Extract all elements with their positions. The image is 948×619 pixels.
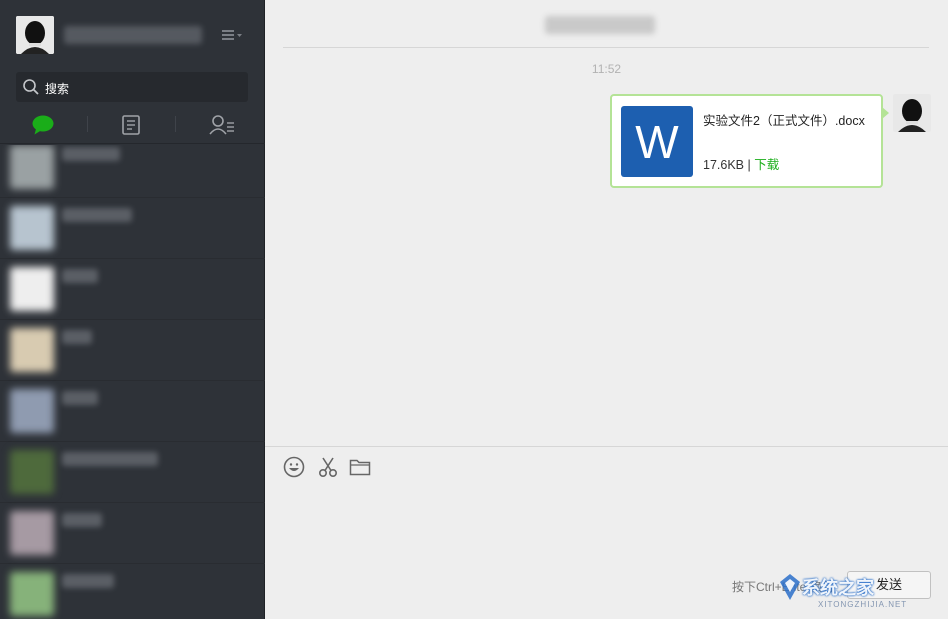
article-tab-icon[interactable] (118, 112, 144, 138)
conversation-avatar (10, 389, 54, 433)
meta-separator: | (747, 158, 751, 172)
conversation-avatar (10, 145, 54, 189)
bubble-arrow (882, 107, 889, 119)
sidebar-tabs (0, 106, 265, 144)
sidebar-header (0, 0, 265, 64)
search-box[interactable]: 搜索 (16, 72, 248, 102)
list-item[interactable] (0, 442, 265, 503)
search-icon (22, 78, 40, 96)
file-meta: 17.6KB | 下载 (703, 154, 779, 173)
conversation-name (62, 513, 102, 527)
conversation-name (62, 391, 98, 405)
send-button[interactable]: 发送 (847, 571, 931, 599)
conversation-avatar (10, 267, 54, 311)
message-timestamp: 11:52 (591, 62, 622, 76)
list-item[interactable] (0, 564, 265, 619)
list-item[interactable] (0, 503, 265, 564)
conversation-avatar (10, 450, 54, 494)
file-size: 17.6KB (703, 158, 745, 172)
chat-panel: 11:52 W 实验文件2（正式文件）.docx 17.6KB | 下载 按下C… (265, 0, 948, 619)
conversation-avatar (10, 206, 54, 250)
file-name: 实验文件2（正式文件）.docx (703, 114, 865, 128)
list-item[interactable] (0, 320, 265, 381)
sidebar: 搜索 (0, 0, 265, 619)
send-hint: 按下Ctrl+Enter换行 (732, 580, 835, 594)
divider (283, 47, 929, 48)
list-item[interactable] (0, 381, 265, 442)
conversation-list (0, 145, 265, 619)
conversation-avatar (10, 572, 54, 616)
list-item[interactable] (0, 259, 265, 320)
conversation-name (62, 269, 98, 283)
file-message-bubble[interactable]: W 实验文件2（正式文件）.docx 17.6KB | 下载 (610, 94, 883, 188)
search-input[interactable]: 搜索 (45, 80, 69, 97)
conversation-name (62, 208, 132, 222)
chat-tab-icon[interactable] (30, 112, 56, 138)
conversation-name (62, 147, 120, 161)
list-item[interactable] (0, 145, 265, 198)
contacts-tab-icon[interactable] (208, 112, 234, 138)
tab-divider (87, 116, 88, 132)
emoji-icon[interactable] (282, 455, 306, 479)
download-link[interactable]: 下载 (754, 158, 779, 172)
menu-icon[interactable] (220, 26, 244, 44)
scissors-icon[interactable] (316, 455, 340, 479)
tab-divider (175, 116, 176, 132)
conversation-avatar (10, 328, 54, 372)
conversation-name (62, 452, 158, 466)
conversation-name (62, 330, 92, 344)
conversation-name (62, 574, 114, 588)
divider (265, 446, 948, 447)
chat-title (545, 16, 655, 34)
avatar[interactable] (16, 16, 54, 54)
list-item[interactable] (0, 198, 265, 259)
nickname (64, 26, 202, 44)
avatar[interactable] (893, 94, 931, 132)
word-file-icon: W (621, 106, 693, 177)
conversation-avatar (10, 511, 54, 555)
folder-icon[interactable] (348, 455, 372, 479)
